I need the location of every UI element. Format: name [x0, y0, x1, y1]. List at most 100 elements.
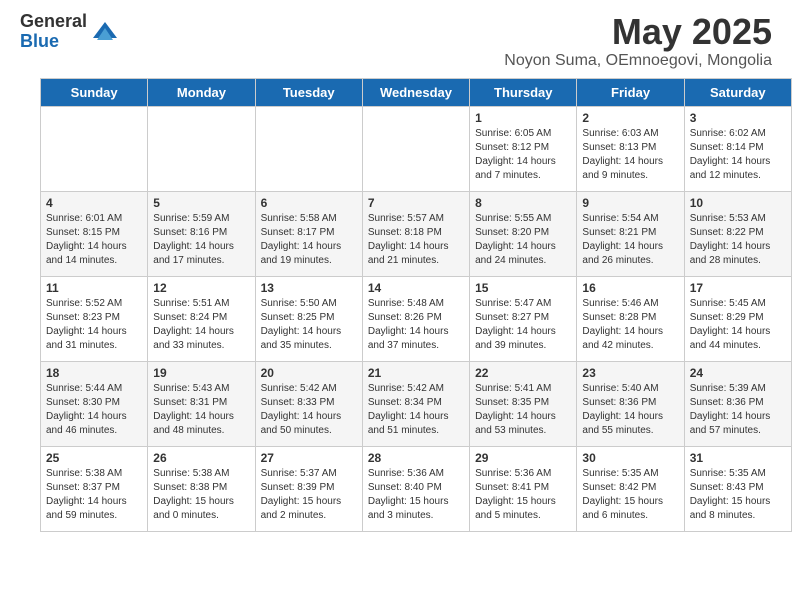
day-info: Sunrise: 5:38 AM Sunset: 8:37 PM Dayligh…	[46, 467, 142, 523]
location: Noyon Suma, OEmnoegovi, Mongolia	[504, 52, 772, 70]
day-number: 2	[582, 111, 678, 125]
day-number: 15	[475, 281, 571, 295]
day-info: Sunrise: 5:41 AM Sunset: 8:35 PM Dayligh…	[475, 382, 571, 438]
calendar-cell: 11 Sunrise: 5:52 AM Sunset: 8:23 PM Dayli…	[41, 276, 148, 361]
calendar-cell: 10 Sunrise: 5:53 AM Sunset: 8:22 PM Dayli…	[684, 191, 791, 276]
day-info: Sunrise: 5:37 AM Sunset: 8:39 PM Dayligh…	[261, 467, 357, 523]
calendar-cell: 31 Sunrise: 5:35 AM Sunset: 8:43 PM Dayli…	[684, 446, 791, 531]
calendar-cell: 8 Sunrise: 5:55 AM Sunset: 8:20 PM Daylig…	[470, 191, 577, 276]
day-number: 29	[475, 451, 571, 465]
day-info: Sunrise: 5:39 AM Sunset: 8:36 PM Dayligh…	[690, 382, 786, 438]
calendar-cell: 15Sunrise: 5:47 AM Sunset: 8:27 PM Dayli…	[470, 276, 577, 361]
day-info: Sunrise: 5:42 AM Sunset: 8:33 PM Dayligh…	[261, 382, 357, 438]
month-title: May 2025	[504, 12, 772, 52]
day-info: Sunrise: 5:45 AM Sunset: 8:29 PM Dayligh…	[690, 297, 786, 353]
day-info: Sunrise: 5:36 AM Sunset: 8:40 PM Dayligh…	[368, 467, 464, 523]
weekday-header: Sunday	[41, 78, 148, 106]
day-info: Sunrise: 5:36 AM Sunset: 8:41 PM Dayligh…	[475, 467, 571, 523]
day-info: Sunrise: 5:44 AM Sunset: 8:30 PM Dayligh…	[46, 382, 142, 438]
day-info: Sunrise: 6:01 AM Sunset: 8:15 PM Dayligh…	[46, 212, 142, 268]
day-number: 14	[368, 281, 464, 295]
day-number: 6	[261, 196, 357, 210]
calendar-cell: 23 Sunrise: 5:40 AM Sunset: 8:36 PM Dayli…	[577, 361, 684, 446]
calendar-week-row: 18 Sunrise: 5:44 AM Sunset: 8:30 PM Dayli…	[41, 361, 792, 446]
day-number: 18	[46, 366, 142, 380]
calendar-table: SundayMondayTuesdayWednesdayThursdayFrid…	[40, 78, 792, 532]
calendar-cell: 30 Sunrise: 5:35 AM Sunset: 8:42 PM Dayli…	[577, 446, 684, 531]
calendar-cell: 29 Sunrise: 5:36 AM Sunset: 8:41 PM Dayli…	[470, 446, 577, 531]
day-info: Sunrise: 5:43 AM Sunset: 8:31 PM Dayligh…	[153, 382, 249, 438]
calendar-cell: 13Sunrise: 5:50 AM Sunset: 8:25 PM Dayli…	[255, 276, 362, 361]
day-info: Sunrise: 5:52 AM Sunset: 8:23 PM Dayligh…	[46, 297, 142, 353]
day-info: Sunrise: 6:03 AM Sunset: 8:13 PM Dayligh…	[582, 127, 678, 183]
calendar-cell	[148, 106, 255, 191]
calendar-cell: 28Sunrise: 5:36 AM Sunset: 8:40 PM Dayli…	[362, 446, 469, 531]
calendar-cell	[41, 106, 148, 191]
day-info: Sunrise: 6:05 AM Sunset: 8:12 PM Dayligh…	[475, 127, 571, 183]
day-number: 4	[46, 196, 142, 210]
day-number: 8	[475, 196, 571, 210]
calendar-cell: 24 Sunrise: 5:39 AM Sunset: 8:36 PM Dayli…	[684, 361, 791, 446]
day-number: 24	[690, 366, 786, 380]
day-info: Sunrise: 6:02 AM Sunset: 8:14 PM Dayligh…	[690, 127, 786, 183]
day-number: 13	[261, 281, 357, 295]
calendar-cell: 9Sunrise: 5:54 AM Sunset: 8:21 PM Daylig…	[577, 191, 684, 276]
title-block: May 2025 Noyon Suma, OEmnoegovi, Mongoli…	[504, 12, 772, 70]
logo-icon	[91, 18, 119, 46]
calendar-cell: 7 Sunrise: 5:57 AM Sunset: 8:18 PM Daylig…	[362, 191, 469, 276]
calendar-cell: 3 Sunrise: 6:02 AM Sunset: 8:14 PM Daylig…	[684, 106, 791, 191]
weekday-header: Tuesday	[255, 78, 362, 106]
header: General Blue May 2025 Noyon Suma, OEmnoe…	[0, 0, 792, 78]
day-info: Sunrise: 5:35 AM Sunset: 8:42 PM Dayligh…	[582, 467, 678, 523]
day-number: 7	[368, 196, 464, 210]
calendar-week-row: 11 Sunrise: 5:52 AM Sunset: 8:23 PM Dayli…	[41, 276, 792, 361]
day-number: 17	[690, 281, 786, 295]
day-number: 22	[475, 366, 571, 380]
day-info: Sunrise: 5:57 AM Sunset: 8:18 PM Dayligh…	[368, 212, 464, 268]
calendar-cell	[362, 106, 469, 191]
calendar-cell: 25 Sunrise: 5:38 AM Sunset: 8:37 PM Dayli…	[41, 446, 148, 531]
day-info: Sunrise: 5:54 AM Sunset: 8:21 PM Dayligh…	[582, 212, 678, 268]
day-number: 10	[690, 196, 786, 210]
day-number: 3	[690, 111, 786, 125]
day-info: Sunrise: 5:35 AM Sunset: 8:43 PM Dayligh…	[690, 467, 786, 523]
weekday-header: Thursday	[470, 78, 577, 106]
calendar-cell: 21 Sunrise: 5:42 AM Sunset: 8:34 PM Dayli…	[362, 361, 469, 446]
day-number: 27	[261, 451, 357, 465]
calendar-cell: 5 Sunrise: 5:59 AM Sunset: 8:16 PM Daylig…	[148, 191, 255, 276]
day-info: Sunrise: 5:51 AM Sunset: 8:24 PM Dayligh…	[153, 297, 249, 353]
calendar-cell: 19 Sunrise: 5:43 AM Sunset: 8:31 PM Dayli…	[148, 361, 255, 446]
day-number: 25	[46, 451, 142, 465]
day-number: 20	[261, 366, 357, 380]
day-number: 23	[582, 366, 678, 380]
calendar-cell: 2 Sunrise: 6:03 AM Sunset: 8:13 PM Daylig…	[577, 106, 684, 191]
day-number: 30	[582, 451, 678, 465]
calendar-cell	[255, 106, 362, 191]
calendar-week-row: 25 Sunrise: 5:38 AM Sunset: 8:37 PM Dayli…	[41, 446, 792, 531]
calendar-cell: 22 Sunrise: 5:41 AM Sunset: 8:35 PM Dayli…	[470, 361, 577, 446]
calendar-body: 1Sunrise: 6:05 AM Sunset: 8:12 PM Daylig…	[41, 106, 792, 531]
logo-general: General	[20, 12, 87, 32]
calendar-cell: 6 Sunrise: 5:58 AM Sunset: 8:17 PM Daylig…	[255, 191, 362, 276]
calendar-week-row: 1Sunrise: 6:05 AM Sunset: 8:12 PM Daylig…	[41, 106, 792, 191]
day-info: Sunrise: 5:48 AM Sunset: 8:26 PM Dayligh…	[368, 297, 464, 353]
calendar-cell: 17 Sunrise: 5:45 AM Sunset: 8:29 PM Dayli…	[684, 276, 791, 361]
day-info: Sunrise: 5:59 AM Sunset: 8:16 PM Dayligh…	[153, 212, 249, 268]
weekday-header: Monday	[148, 78, 255, 106]
day-number: 5	[153, 196, 249, 210]
logo-blue: Blue	[20, 32, 87, 52]
day-info: Sunrise: 5:40 AM Sunset: 8:36 PM Dayligh…	[582, 382, 678, 438]
day-number: 19	[153, 366, 249, 380]
day-info: Sunrise: 5:53 AM Sunset: 8:22 PM Dayligh…	[690, 212, 786, 268]
day-info: Sunrise: 5:58 AM Sunset: 8:17 PM Dayligh…	[261, 212, 357, 268]
calendar-cell: 4 Sunrise: 6:01 AM Sunset: 8:15 PM Daylig…	[41, 191, 148, 276]
calendar-header: SundayMondayTuesdayWednesdayThursdayFrid…	[41, 78, 792, 106]
calendar-cell: 1Sunrise: 6:05 AM Sunset: 8:12 PM Daylig…	[470, 106, 577, 191]
page-container: General Blue May 2025 Noyon Suma, OEmnoe…	[0, 0, 792, 532]
day-number: 11	[46, 281, 142, 295]
day-number: 26	[153, 451, 249, 465]
day-info: Sunrise: 5:55 AM Sunset: 8:20 PM Dayligh…	[475, 212, 571, 268]
day-number: 31	[690, 451, 786, 465]
day-number: 21	[368, 366, 464, 380]
day-info: Sunrise: 5:42 AM Sunset: 8:34 PM Dayligh…	[368, 382, 464, 438]
